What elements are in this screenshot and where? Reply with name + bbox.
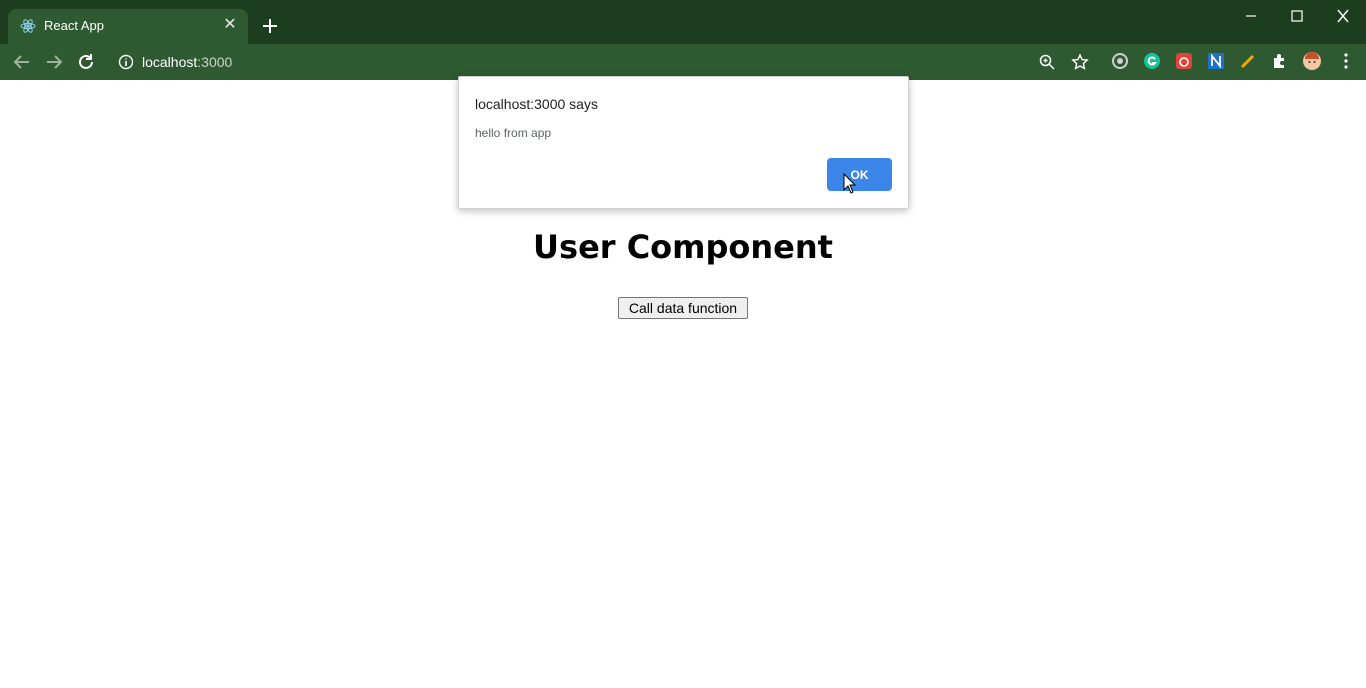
address-bar[interactable]: localhost:3000 (108, 48, 1098, 76)
plus-icon[interactable] (259, 15, 281, 37)
maximize-icon[interactable] (1283, 6, 1311, 26)
red-extension-icon[interactable] (1174, 51, 1194, 71)
reload-icon[interactable] (75, 51, 97, 73)
kebab-menu-icon[interactable] (1336, 51, 1356, 71)
circle-extension-icon[interactable] (1110, 51, 1130, 71)
grammarly-icon[interactable] (1142, 51, 1162, 71)
page-title: User Component (533, 228, 833, 266)
tab-strip: React App ✕ (0, 0, 1366, 44)
back-icon[interactable] (11, 51, 33, 73)
profile-avatar[interactable] (1302, 51, 1322, 71)
minimize-icon[interactable] (1237, 6, 1265, 26)
forward-icon[interactable] (43, 51, 65, 73)
url-host: localhost (142, 54, 198, 70)
call-data-function-button[interactable]: Call data function (618, 297, 748, 319)
n-extension-icon[interactable] (1206, 51, 1226, 71)
puzzle-icon[interactable] (1270, 51, 1290, 71)
react-icon (20, 18, 36, 34)
url-text: localhost:3000 (142, 54, 232, 70)
mouse-cursor-icon (843, 172, 857, 195)
dialog-message: hello from app (475, 126, 552, 140)
dialog-title: localhost:3000 says (475, 96, 598, 112)
alert-dialog: localhost:3000 says hello from app OK (458, 76, 909, 209)
browser-tab[interactable]: React App ✕ (8, 9, 248, 44)
info-icon[interactable] (118, 54, 134, 70)
tab-title: React App (44, 18, 104, 33)
bookmark-star-icon[interactable] (1071, 53, 1089, 71)
url-port: :3000 (197, 54, 233, 70)
ok-button[interactable]: OK (827, 158, 892, 191)
zoom-icon[interactable] (1038, 53, 1056, 71)
pencil-extension-icon[interactable] (1238, 51, 1258, 71)
tab-close-icon[interactable]: ✕ (220, 15, 240, 35)
close-icon[interactable] (1329, 6, 1357, 26)
